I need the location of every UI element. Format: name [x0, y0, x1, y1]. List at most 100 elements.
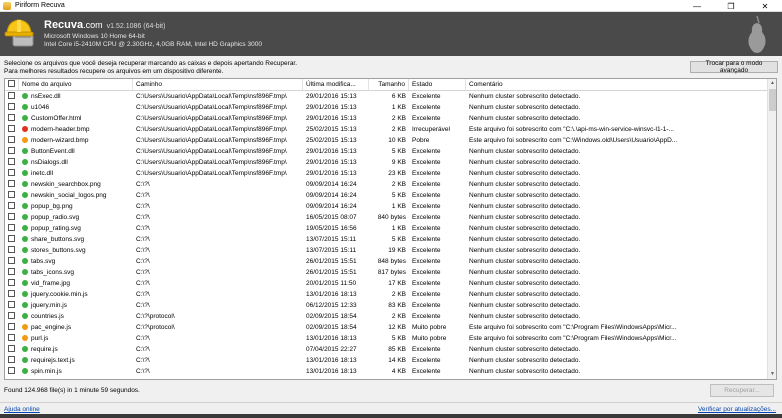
row-checkbox[interactable]: [5, 366, 19, 377]
checkbox-icon[interactable]: [8, 191, 15, 199]
checkbox-icon[interactable]: [8, 345, 15, 353]
checkbox-icon[interactable]: [8, 312, 15, 320]
table-row[interactable]: modern-wizard.bmp C:\Users\Usuario\AppDat…: [5, 135, 776, 146]
checkbox-icon[interactable]: [8, 290, 15, 298]
checkbox-icon[interactable]: [8, 334, 15, 342]
row-checkbox[interactable]: [5, 157, 19, 168]
checkbox-icon[interactable]: [8, 367, 15, 375]
col-header-size[interactable]: Tamanho: [369, 79, 409, 90]
checkbox-icon[interactable]: [8, 356, 15, 364]
row-checkbox[interactable]: [5, 212, 19, 223]
row-checkbox[interactable]: [5, 333, 19, 344]
check-updates-link[interactable]: Verificar por atualizações...: [698, 406, 776, 413]
checkbox-icon[interactable]: [8, 235, 15, 243]
table-row[interactable]: vid_frame.jpg C:\?\ 20/01/2015 11:50 17 KB E…: [5, 278, 776, 289]
checkbox-icon[interactable]: [8, 301, 15, 309]
row-checkbox[interactable]: [5, 289, 19, 300]
row-checkbox[interactable]: [5, 124, 19, 135]
checkbox-icon[interactable]: [8, 213, 15, 221]
row-checkbox[interactable]: [5, 267, 19, 278]
row-checkbox[interactable]: [5, 146, 19, 157]
table-row[interactable]: newskin_social_logos.png C:\?\ 09/09/2014 …: [5, 190, 776, 201]
table-row[interactable]: share_buttons.svg C:\?\ 13/07/2015 15:11 5 …: [5, 234, 776, 245]
table-row[interactable]: ButtonEvent.dll C:\Users\Usuario\AppData\…: [5, 146, 776, 157]
recover-button[interactable]: Recuperar...: [710, 384, 774, 397]
table-row[interactable]: spin.min.js C:\?\ 13/01/2016 18:13 4 KB Exce…: [5, 366, 776, 377]
row-checkbox[interactable]: [5, 91, 19, 102]
table-row[interactable]: popup_rating.svg C:\?\ 19/05/2015 16:56 1 K…: [5, 223, 776, 234]
col-header-path[interactable]: Caminho: [133, 79, 303, 90]
col-header-date[interactable]: Última modifica...: [303, 79, 369, 90]
size-cell-text: 19 KB: [388, 247, 406, 254]
checkbox-icon[interactable]: [8, 103, 15, 111]
table-row[interactable]: modern-header.bmp C:\Users\Usuario\AppDat…: [5, 124, 776, 135]
table-row[interactable]: requirejs.text.js C:\?\ 13/01/2016 18:13 14…: [5, 355, 776, 366]
modified-date-cell-text: 02/09/2015 18:54: [306, 313, 357, 320]
table-row[interactable]: nsExec.dll C:\Users\Usuario\AppData\Local…: [5, 91, 776, 102]
checkbox-icon[interactable]: [8, 136, 15, 144]
row-checkbox[interactable]: [5, 234, 19, 245]
row-checkbox[interactable]: [5, 102, 19, 113]
table-row[interactable]: stores_buttons.svg C:\?\ 13/07/2015 15:11 1…: [5, 245, 776, 256]
table-row[interactable]: jquery.cookie.min.js C:\?\ 13/01/2016 18:1…: [5, 289, 776, 300]
table-row[interactable]: nsDialogs.dll C:\Users\Usuario\AppData\Lo…: [5, 157, 776, 168]
checkbox-icon[interactable]: [8, 180, 15, 188]
row-checkbox[interactable]: [5, 311, 19, 322]
row-checkbox[interactable]: [5, 300, 19, 311]
table-row[interactable]: tabs_icons.svg C:\?\ 26/01/2015 15:51 817 b…: [5, 267, 776, 278]
table-row[interactable]: popup_radio.svg C:\?\ 16/05/2015 08:07 840 …: [5, 212, 776, 223]
scroll-thumb[interactable]: [769, 89, 776, 111]
checkbox-icon[interactable]: [8, 323, 15, 331]
table-row[interactable]: require.js C:\?\ 07/04/2015 22:27 85 KB Exce…: [5, 344, 776, 355]
row-checkbox[interactable]: [5, 168, 19, 179]
maximize-button[interactable]: ❐: [714, 0, 748, 12]
table-row[interactable]: CustomOffer.html C:\Users\Usuario\AppData…: [5, 113, 776, 124]
checkbox-icon[interactable]: [8, 158, 15, 166]
checkbox-icon[interactable]: [8, 92, 15, 100]
vertical-scrollbar[interactable]: ▲ ▼: [767, 79, 776, 379]
checkbox-icon[interactable]: [8, 279, 15, 287]
row-checkbox[interactable]: [5, 245, 19, 256]
row-checkbox[interactable]: [5, 278, 19, 289]
row-checkbox[interactable]: [5, 223, 19, 234]
checkbox-icon[interactable]: [8, 80, 15, 88]
checkbox-icon[interactable]: [8, 114, 15, 122]
table-row[interactable]: countries.js C:\?\protocol\ 02/09/2015 18:…: [5, 311, 776, 322]
minimize-button[interactable]: —: [680, 0, 714, 12]
col-header-state[interactable]: Estado: [409, 79, 466, 90]
checkbox-icon[interactable]: [8, 224, 15, 232]
close-button[interactable]: ✕: [748, 0, 782, 12]
row-checkbox[interactable]: [5, 322, 19, 333]
row-checkbox[interactable]: [5, 179, 19, 190]
advanced-mode-button[interactable]: Trocar para o modo avançado: [690, 60, 778, 74]
row-checkbox[interactable]: [5, 135, 19, 146]
select-all-checkbox[interactable]: [5, 79, 19, 90]
table-row[interactable]: purl.js C:\?\ 13/01/2016 18:13 5 KB Muito po…: [5, 333, 776, 344]
table-row[interactable]: tabs.svg C:\?\ 26/01/2015 15:51 848 bytes Ex…: [5, 256, 776, 267]
online-help-link[interactable]: Ajuda online: [4, 406, 40, 413]
checkbox-icon[interactable]: [8, 268, 15, 276]
col-header-name[interactable]: Nome do arquivo: [19, 79, 133, 90]
row-checkbox[interactable]: [5, 113, 19, 124]
checkbox-icon[interactable]: [8, 125, 15, 133]
row-checkbox[interactable]: [5, 201, 19, 212]
row-checkbox[interactable]: [5, 256, 19, 267]
checkbox-icon[interactable]: [8, 246, 15, 254]
table-row[interactable]: pac_engine.js C:\?\protocol\ 02/09/2015 18…: [5, 322, 776, 333]
checkbox-icon[interactable]: [8, 202, 15, 210]
row-checkbox[interactable]: [5, 190, 19, 201]
table-row[interactable]: jquery.min.js C:\?\ 06/12/2015 12:33 83 KB E…: [5, 300, 776, 311]
checkbox-icon[interactable]: [8, 147, 15, 155]
table-row[interactable]: u1046 C:\Users\Usuario\AppData\Local\Temp…: [5, 102, 776, 113]
checkbox-icon[interactable]: [8, 257, 15, 265]
checkbox-icon[interactable]: [8, 169, 15, 177]
table-row[interactable]: newskin_searchbox.png C:\?\ 09/09/2014 16:…: [5, 179, 776, 190]
col-header-comment[interactable]: Comentário: [466, 79, 776, 90]
row-checkbox[interactable]: [5, 344, 19, 355]
row-checkbox[interactable]: [5, 355, 19, 366]
table-row[interactable]: popup_bg.png C:\?\ 09/09/2014 16:24 1 KB Exc…: [5, 201, 776, 212]
scroll-up-icon[interactable]: ▲: [768, 79, 776, 88]
scroll-down-icon[interactable]: ▼: [768, 370, 776, 379]
table-row[interactable]: inetc.dll C:\Users\Usuario\AppData\Local\…: [5, 168, 776, 179]
path-cell: C:\Users\Usuario\AppData\Local\Temp\nsf8…: [133, 168, 303, 179]
